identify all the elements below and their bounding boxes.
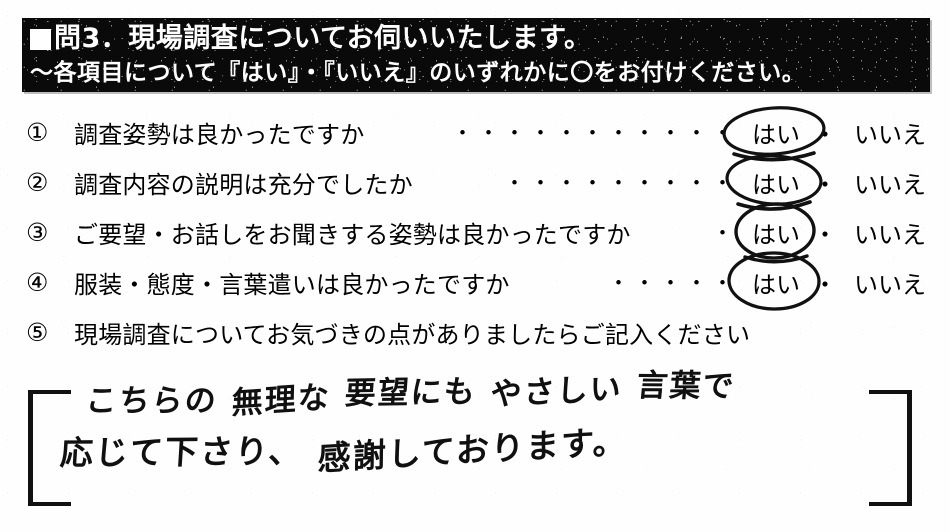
section-title: 問3．現場調査についてお伺いいたします。 [54,23,592,54]
dot-leader: ・・・・・・・・・ [504,171,738,195]
answer-options: はい ・ いいえ [734,202,926,264]
question-number: ③ [26,217,49,247]
question-text: 現場調査についてお気づきの点がありましたらご記入ください [74,320,751,349]
handwritten-segment: 感謝しております。 [317,421,628,479]
answer-separator: ・ [813,220,837,249]
question-row-4: ④ 服装・態度・言葉遣いは良かったですか ・・・・・ はい ・ いいえ [26,251,926,311]
question-row-5: ⑤ 現場調査についてお気づきの点がありましたらご記入ください [26,310,926,354]
answer-option-yes[interactable]: はい [734,202,816,264]
bracket-right [869,390,912,506]
answer-yes-label: はい [752,170,800,199]
banner-title-row: 問3．現場調査についてお伺いいたします。 [30,21,920,57]
answer-yes-label: はい [752,270,800,299]
answer-option-no[interactable]: いいえ [842,165,926,200]
answer-option-yes[interactable]: はい [722,106,826,162]
handwritten-segment: 無理な [231,379,332,422]
question-number: ④ [26,267,49,297]
dot-leader: ・・・・・ [608,271,738,295]
section-header-banner: 問3．現場調査についてお伺いいたします。 〜各項目について『はい』・『いいえ』の… [22,18,930,92]
answer-option-yes[interactable]: はい [725,154,823,211]
question-row-1: ① 調査姿勢は良かったですか ・・・・・・・・・・・ はい ・ いいえ [26,106,926,162]
answer-separator: ・ [813,170,837,199]
dot-leader: ・・・・・・・・・・・ [452,121,738,145]
question-row-3: ③ ご要望・お話しをお聞きする姿勢は良かったですか ・ はい ・ いいえ [26,202,926,264]
answer-separator: ・ [813,270,837,299]
handwritten-line-1: こちらの 無理な 要望にも やさしい 言葉で [84,360,738,423]
question-text: 服装・態度・言葉遣いは良かったですか [74,270,510,299]
answer-options: はい ・ いいえ [725,154,926,211]
question-number: ⑤ [26,317,49,347]
handwritten-segment: 応じて下さり、 [58,431,305,473]
answer-option-yes[interactable]: はい [727,251,821,311]
section-instruction: 〜各項目について『はい』・『いいえ』のいずれかに〇をお付けください。 [30,60,806,86]
answer-option-no[interactable]: いいえ [842,215,926,250]
scanned-document-page: 問3．現場調査についてお伺いいたします。 〜各項目について『はい』・『いいえ』の… [0,0,950,532]
filled-square-icon [30,28,51,50]
question-text: 調査内容の説明は充分でしたか [74,170,413,199]
answer-option-no[interactable]: いいえ [842,265,926,300]
handwritten-segment: 要望にも [343,373,478,412]
answer-options: はい ・ いいえ [727,251,926,311]
question-text: 調査姿勢は良かったですか [74,120,365,149]
answer-yes-label: はい [752,120,800,149]
answer-options: はい ・ いいえ [722,106,926,162]
handwritten-segment: 言葉で [634,367,738,405]
question-text: ご要望・お話しをお聞きする姿勢は良かったですか [74,220,631,249]
handwritten-segment: こちらの [84,383,220,420]
handwritten-line-2: 応じて下さり、 感謝しております。 [59,418,629,478]
answer-option-no[interactable]: いいえ [842,115,926,150]
answer-separator: ・ [813,120,837,149]
dot-leader: ・ [712,221,738,245]
handwritten-comment-area: こちらの 無理な 要望にも やさしい 言葉で 応じて下さり、 感謝しております。 [24,368,922,522]
question-row-2: ② 調査内容の説明は充分でしたか ・・・・・・・・・ はい ・ いいえ [26,154,926,211]
question-number: ① [26,117,49,147]
answer-yes-label: はい [752,220,800,249]
question-number: ② [26,167,49,197]
handwritten-segment: やさしい [489,370,624,413]
